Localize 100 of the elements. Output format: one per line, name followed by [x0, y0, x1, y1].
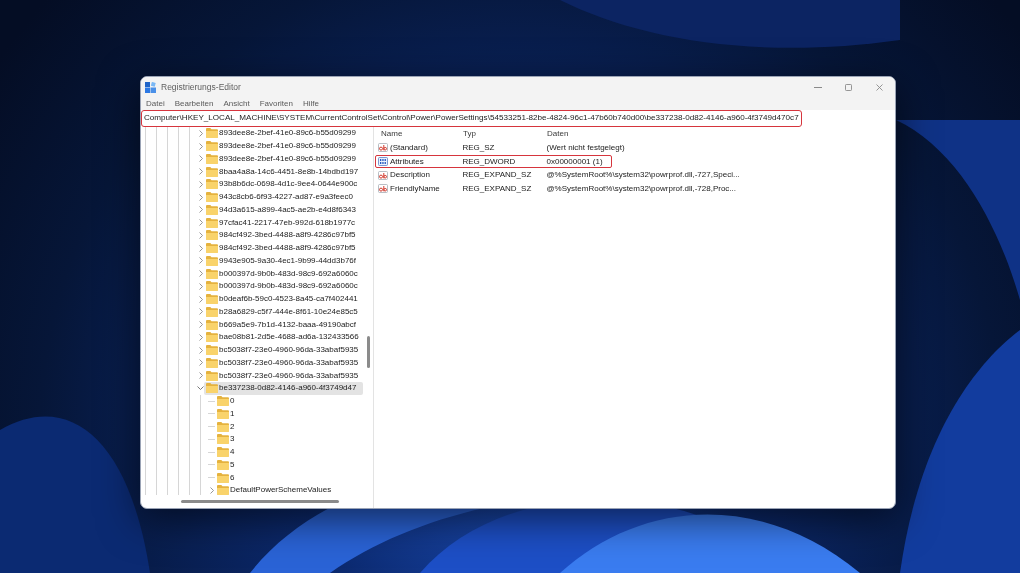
tree-item[interactable]: 94d3a615-a899-4ac5-ae2b-e4d8f6343 — [204, 203, 359, 217]
tree-item[interactable]: 6 — [215, 471, 238, 484]
tree-item[interactable]: 984cf492-3bed-4488-a8f9-4286c97bf5 — [204, 229, 359, 242]
cubes-icon — [145, 82, 156, 93]
chevron-right-icon[interactable] — [198, 372, 203, 380]
menu-item[interactable]: Favoriten — [254, 98, 298, 110]
chevron-right-icon[interactable] — [198, 282, 203, 290]
tree-item[interactable]: b669a5e9-7b1d-4132-baaa-49190abcf — [204, 318, 359, 331]
chevron-right-icon[interactable] — [209, 486, 214, 494]
chevron-right-icon[interactable] — [198, 295, 203, 303]
tree-item[interactable]: 1 — [215, 407, 238, 421]
menu-item[interactable]: Bearbeiten — [169, 98, 219, 110]
chevron-right-icon[interactable] — [198, 129, 203, 137]
folder-icon — [217, 434, 229, 445]
tree-item[interactable]: b0deaf6b-59c0-4523-8a45-ca7f402441 — [204, 292, 361, 306]
menu-item[interactable]: Hilfe — [298, 98, 324, 110]
value-data: @%SystemRoot%\system32\powrprof.dll,-727,Speci... — [545, 169, 741, 182]
folder-icon — [206, 128, 218, 139]
folder-icon — [217, 408, 229, 419]
chevron-right-icon[interactable] — [198, 219, 203, 227]
tree-item[interactable]: 943c8cb6-6f93-4227-ad87-e9a3feec0 — [204, 190, 356, 204]
chevron-right-icon[interactable] — [198, 142, 203, 150]
folder-icon — [206, 243, 218, 254]
folder-icon — [206, 141, 218, 152]
folder-icon — [206, 255, 218, 266]
value-name[interactable]: FriendlyName — [390, 182, 440, 195]
string-value-icon — [378, 143, 388, 153]
chevron-right-icon[interactable] — [198, 244, 203, 252]
tree-item[interactable]: 893dee8e-2bef-41e0-89c6-b55d09299 — [204, 127, 359, 140]
tree-item[interactable]: 0 — [215, 394, 238, 408]
folder-icon — [206, 345, 218, 356]
folder-icon — [217, 459, 229, 470]
tree-item[interactable]: 893dee8e-2bef-41e0-89c6-b55d09299 — [204, 139, 359, 153]
value-type: REG_SZ — [461, 141, 496, 154]
tree-item[interactable]: 5 — [215, 458, 238, 472]
menu-item[interactable]: Datei — [141, 98, 170, 110]
tree-item[interactable]: 893dee8e-2bef-41e0-89c6-b55d09299 — [204, 152, 359, 166]
chevron-down-icon[interactable] — [197, 386, 204, 391]
folder-icon — [217, 472, 229, 483]
folder-icon — [206, 306, 218, 317]
value-type: REG_EXPAND_SZ — [461, 169, 533, 182]
string-value-icon — [378, 170, 388, 180]
tree-item[interactable]: b000397d-9b0b-483d-98c9-692a6060c — [204, 280, 361, 293]
tree-item[interactable]: bc5038f7-23e0-4960-96da-33abaf5935 — [204, 356, 362, 370]
chevron-right-icon[interactable] — [198, 193, 203, 201]
chevron-right-icon[interactable] — [198, 168, 203, 176]
tree-item[interactable]: 8baa4a8a-14c6-4451-8e8b-14bdbd197 — [204, 165, 362, 178]
folder-icon — [206, 370, 218, 381]
scrollbar-thumb[interactable] — [367, 336, 370, 368]
chevron-right-icon[interactable] — [198, 180, 203, 188]
tree-item[interactable]: 9943e905-9a30-4ec1-9b99-44dd3b76f — [204, 254, 359, 268]
tree-item[interactable]: 3 — [215, 433, 238, 446]
folder-icon — [217, 447, 229, 458]
menu-item[interactable]: Ansicht — [218, 98, 255, 110]
column-header[interactable]: Daten — [542, 127, 569, 141]
chevron-right-icon[interactable] — [198, 308, 203, 316]
chevron-right-icon[interactable] — [198, 231, 203, 239]
chevron-right-icon[interactable] — [198, 346, 203, 354]
folder-icon — [206, 281, 218, 292]
chevron-right-icon[interactable] — [198, 270, 203, 278]
tree-item[interactable]: 97cfac41-2217-47eb-992d-618b1977c — [204, 216, 359, 229]
tree-item[interactable]: DefaultPowerSchemeValues — [215, 484, 335, 495]
chevron-right-icon[interactable] — [198, 155, 203, 163]
tree-item[interactable]: bae08b81-2d5e-4688-ad6a-132433566 — [204, 331, 362, 344]
minimize-icon — [814, 87, 822, 88]
column-header[interactable]: Name — [374, 127, 458, 141]
value-name[interactable]: (Standard) — [390, 141, 428, 154]
column-header[interactable]: Typ — [458, 127, 542, 141]
folder-icon — [206, 319, 218, 330]
chevron-right-icon[interactable] — [198, 359, 203, 367]
value-data: 0x00000001 (1) — [545, 155, 604, 168]
chevron-right-icon[interactable] — [198, 257, 203, 265]
tree-item[interactable]: 984cf492-3bed-4488-a8f9-4286c97bf5 — [204, 241, 359, 255]
binary-value-icon — [378, 157, 388, 167]
chevron-right-icon[interactable] — [198, 333, 203, 341]
tree-item[interactable]: 4 — [215, 445, 238, 459]
value-name[interactable]: Description — [390, 169, 430, 182]
folder-icon — [206, 294, 218, 305]
scrollbar-thumb[interactable] — [181, 500, 339, 503]
folder-icon — [206, 332, 218, 343]
chevron-right-icon[interactable] — [198, 206, 203, 214]
close-icon — [875, 84, 883, 91]
tree-item[interactable]: bc5038f7-23e0-4960-96da-33abaf5935 — [204, 343, 362, 357]
folder-icon — [206, 268, 218, 279]
folder-icon — [206, 204, 218, 215]
folder-icon — [206, 179, 218, 190]
chevron-right-icon[interactable] — [198, 321, 203, 329]
window-title: Registrierungs-Editor — [161, 81, 241, 94]
folder-icon — [206, 153, 218, 164]
folder-icon — [217, 485, 229, 495]
tree-item[interactable]: b28a6829-c5f7-444e-8f61-10e24e85c5 — [204, 305, 361, 319]
value-name[interactable]: Attributes — [390, 155, 424, 168]
tree-item[interactable]: be337238-0d82-4146-a960-4f3749d47 — [204, 382, 363, 395]
tree-item[interactable]: b000397d-9b0b-483d-98c9-692a6060c — [204, 267, 361, 280]
tree-item[interactable]: 93b8b6dc-0698-4d1c-9ee4-0644e900c — [204, 178, 361, 191]
value-type: REG_DWORD — [461, 155, 517, 168]
tree-item[interactable]: 2 — [215, 420, 238, 433]
folder-icon — [217, 396, 229, 407]
tree-item[interactable]: bc5038f7-23e0-4960-96da-33abaf5935 — [204, 369, 362, 382]
folder-icon — [206, 383, 218, 394]
